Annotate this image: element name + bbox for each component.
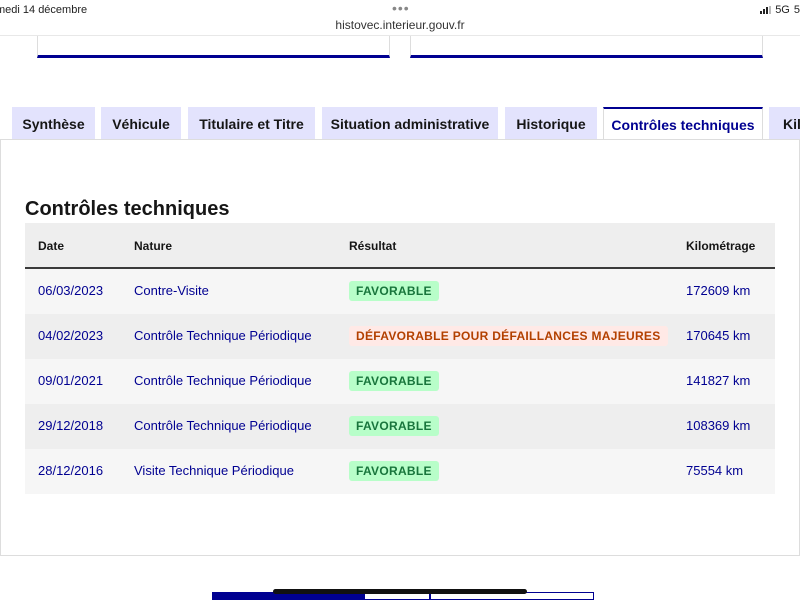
cell-date: 04/02/2023 bbox=[38, 328, 104, 343]
table-row: 09/01/2021 Contrôle Technique Périodique… bbox=[25, 359, 775, 404]
result-badge: DÉFAVORABLE POUR DÉFAILLANCES MAJEURES bbox=[349, 326, 668, 346]
tab-synthese[interactable]: Synthèse bbox=[12, 107, 95, 140]
header-result: Résultat bbox=[349, 239, 397, 253]
more-icon[interactable]: ••• bbox=[392, 0, 410, 16]
cell-nature: Contrôle Technique Périodique bbox=[134, 418, 312, 433]
battery-label: 5 bbox=[793, 4, 800, 16]
table-row: 28/12/2016 Visite Technique Périodique F… bbox=[25, 449, 775, 494]
cell-date: 28/12/2016 bbox=[38, 463, 104, 478]
controls-table: Date Nature Résultat Kilométrage 06/03/2… bbox=[25, 223, 775, 494]
header-date: Date bbox=[38, 239, 65, 253]
table-row: 06/03/2023 Contre-Visite FAVORABLE 17260… bbox=[25, 269, 775, 314]
table-row: 04/02/2023 Contrôle Technique Périodique… bbox=[25, 314, 775, 359]
tab-kilometrage[interactable]: Kilo bbox=[769, 107, 800, 140]
header-km: Kilométrage bbox=[686, 239, 756, 253]
status-date: medi 14 décembre bbox=[0, 4, 88, 16]
status-bar: medi 14 décembre ••• histovec.interieur.… bbox=[0, 0, 800, 36]
cell-nature: Contrôle Technique Périodique bbox=[134, 373, 312, 388]
cell-date: 09/01/2021 bbox=[38, 373, 104, 388]
signal-icon bbox=[760, 6, 772, 14]
tab-vehicule[interactable]: Véhicule bbox=[101, 107, 181, 140]
tab-bar: Synthèse Véhicule Titulaire et Titre Sit… bbox=[0, 107, 800, 141]
cell-nature: Contre-Visite bbox=[134, 283, 209, 298]
tab-situation-administrative[interactable]: Situation administrative bbox=[322, 107, 498, 140]
status-indicators: 5G 5 bbox=[760, 4, 800, 16]
result-badge: FAVORABLE bbox=[349, 281, 439, 301]
table-header: Date Nature Résultat Kilométrage bbox=[25, 223, 775, 269]
cell-nature: Contrôle Technique Périodique bbox=[134, 328, 312, 343]
cell-km: 75554 km bbox=[686, 463, 744, 478]
table-row: 29/12/2018 Contrôle Technique Périodique… bbox=[25, 404, 775, 449]
tab-titulaire-titre[interactable]: Titulaire et Titre bbox=[188, 107, 315, 140]
cell-km: 170645 km bbox=[686, 328, 751, 343]
url-bar[interactable]: histovec.interieur.gouv.fr bbox=[0, 18, 800, 32]
cell-nature: Visite Technique Périodique bbox=[134, 463, 294, 478]
cell-date: 29/12/2018 bbox=[38, 418, 104, 433]
result-badge: FAVORABLE bbox=[349, 371, 439, 391]
section-title: Contrôles techniques bbox=[25, 198, 230, 220]
tab-controles-techniques[interactable]: Contrôles techniques bbox=[603, 107, 763, 141]
cell-km: 108369 km bbox=[686, 418, 751, 433]
upper-card-right bbox=[410, 36, 763, 58]
home-indicator[interactable] bbox=[273, 589, 527, 594]
network-label: 5G bbox=[775, 4, 790, 16]
result-badge: FAVORABLE bbox=[349, 461, 439, 481]
cell-km: 141827 km bbox=[686, 373, 751, 388]
cell-date: 06/03/2023 bbox=[38, 283, 104, 298]
tab-historique[interactable]: Historique bbox=[505, 107, 597, 140]
result-badge: FAVORABLE bbox=[349, 416, 439, 436]
upper-card-left bbox=[37, 36, 390, 58]
header-nature: Nature bbox=[134, 239, 173, 253]
cell-km: 172609 km bbox=[686, 283, 751, 298]
